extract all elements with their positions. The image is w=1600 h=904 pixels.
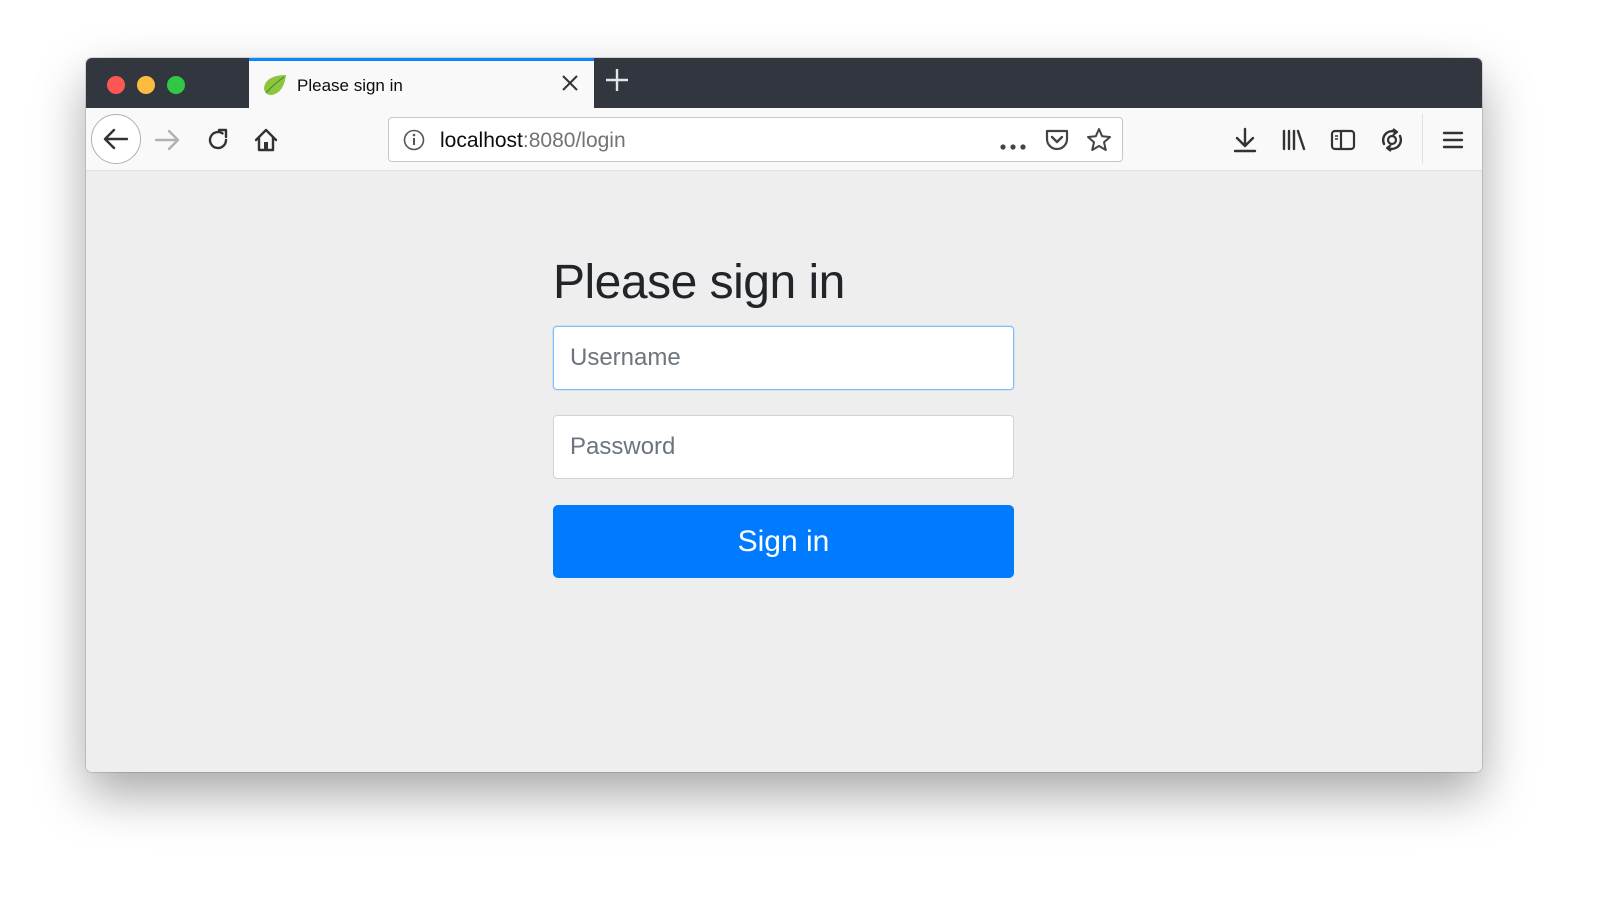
window-maximize-button[interactable] [167,76,185,94]
password-input[interactable] [553,415,1014,479]
forward-icon [154,129,180,151]
back-button[interactable] [91,114,141,164]
home-button[interactable] [251,125,281,155]
tab-title: Please sign in [297,76,403,95]
page-actions-more-icon[interactable] [1000,137,1026,155]
reload-icon [208,128,228,150]
hamburger-menu-icon [1442,131,1464,149]
forward-button[interactable] [152,126,182,154]
back-icon [103,128,129,150]
library-button[interactable] [1279,125,1309,155]
download-icon [1233,127,1257,153]
username-input[interactable] [553,326,1014,390]
tab-bar: Please sign in [86,58,1482,108]
home-icon [254,128,278,152]
sync-icon [1381,128,1403,152]
close-tab-icon[interactable] [561,72,579,98]
sync-button[interactable] [1377,125,1407,155]
address-bar[interactable]: localhost:8080/login [388,117,1123,162]
window-close-button[interactable] [107,76,125,94]
toolbar-separator [1422,114,1423,164]
downloads-button[interactable] [1230,125,1260,155]
page-title: Please sign in [553,256,845,309]
sidebar-icon [1330,129,1356,151]
bookmark-star-icon[interactable] [1086,127,1112,158]
url-path: :8080/login [522,129,626,152]
sign-in-button[interactable]: Sign in [553,505,1014,578]
reload-button[interactable] [203,125,233,155]
spring-leaf-icon [264,75,286,95]
page-content: Please sign in Sign in [86,171,1482,772]
url-text[interactable]: localhost:8080/login [440,129,626,153]
browser-window: Please sign in localhost:8080/login Plea… [86,58,1482,772]
sidebar-button[interactable] [1328,125,1358,155]
new-tab-button[interactable] [604,66,630,98]
navigation-toolbar: localhost:8080/login [86,108,1482,171]
pocket-icon[interactable] [1044,128,1070,157]
info-icon[interactable] [403,129,425,156]
library-icon [1282,129,1306,151]
tab-please-sign-in[interactable]: Please sign in [249,58,594,108]
url-host: localhost [440,129,523,152]
window-minimize-button[interactable] [137,76,155,94]
menu-button[interactable] [1438,125,1468,155]
